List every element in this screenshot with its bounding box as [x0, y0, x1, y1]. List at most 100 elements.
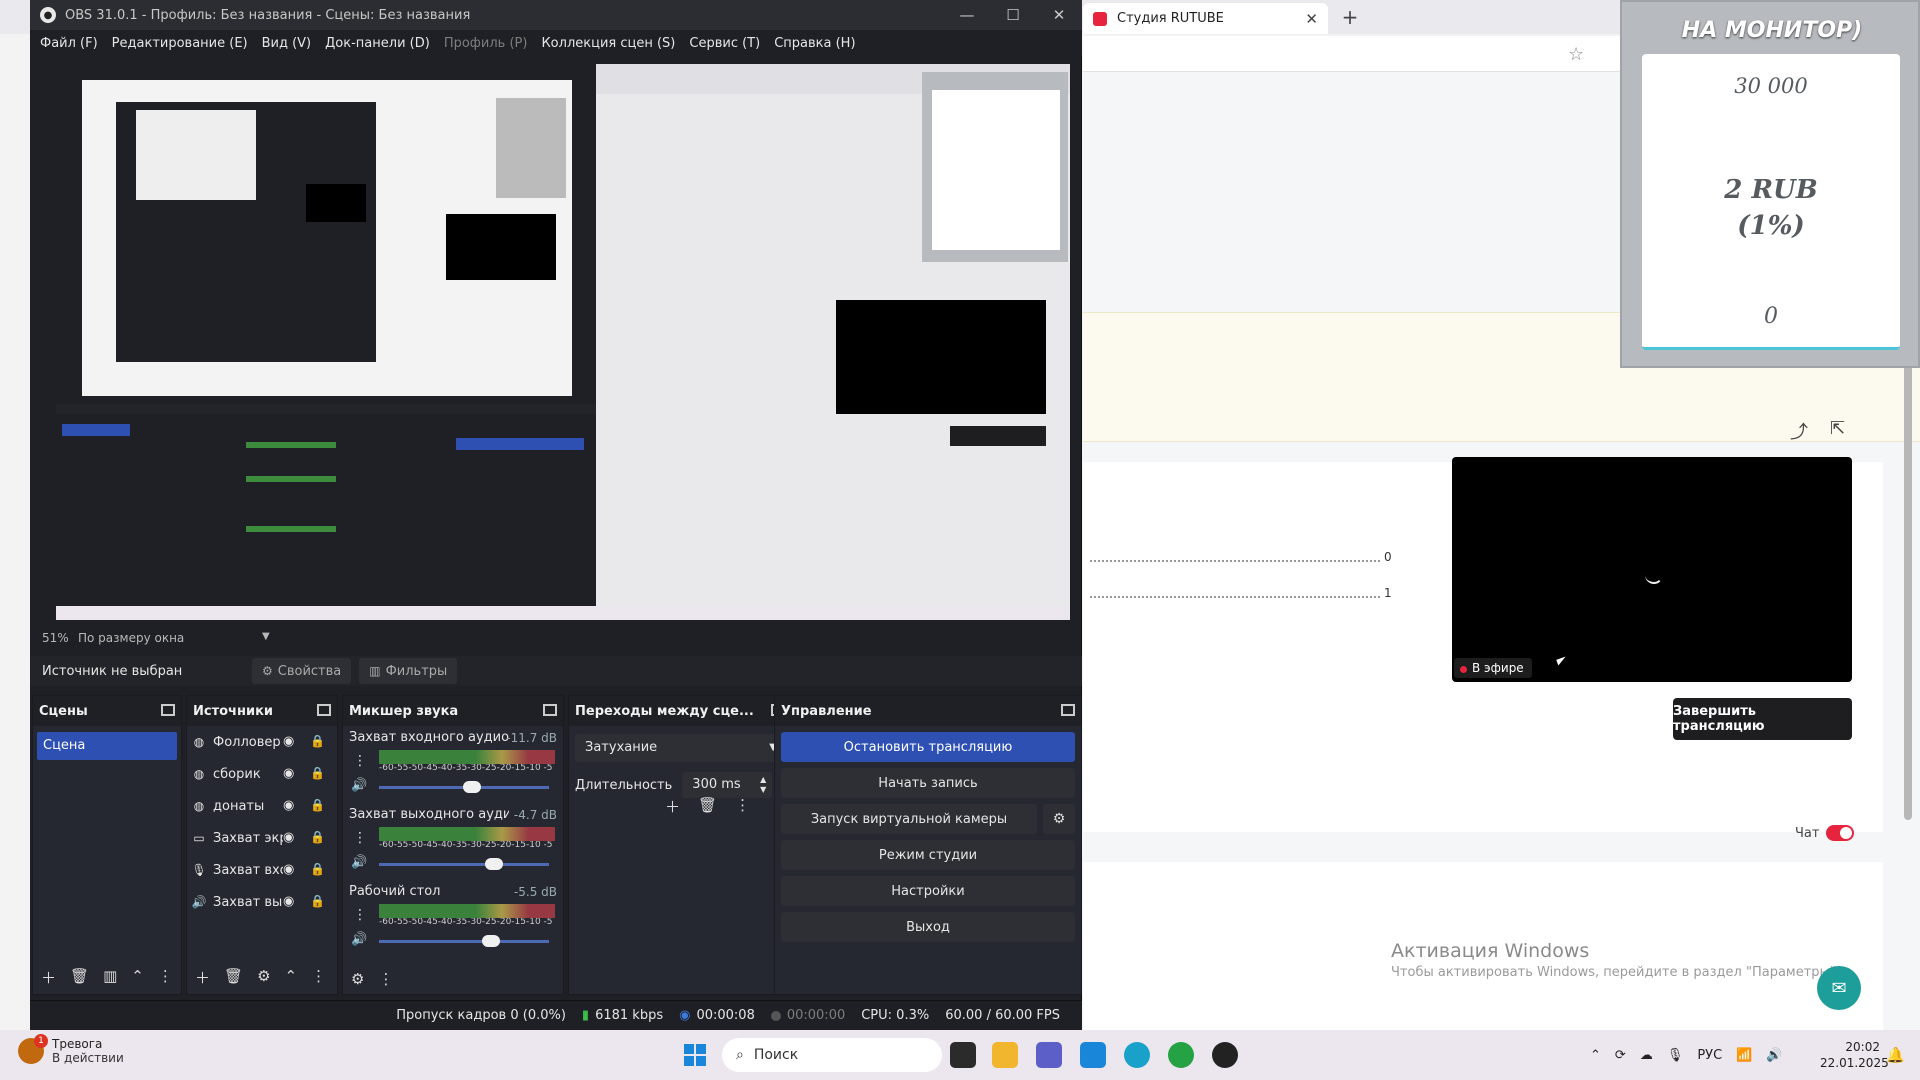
slider-knob[interactable]	[482, 935, 501, 947]
eye-icon[interactable]: ◉	[283, 862, 294, 877]
transition-select[interactable]: Затухание ▼	[575, 734, 785, 762]
undock-icon[interactable]	[543, 704, 557, 716]
mic-icon[interactable]: 🎙	[1667, 1048, 1684, 1063]
gear-icon[interactable]: ⚙	[257, 967, 270, 988]
volume-slider[interactable]	[379, 858, 549, 870]
slider-knob[interactable]	[485, 858, 504, 870]
cloud-icon[interactable]: ☁	[1640, 1048, 1653, 1063]
eye-icon[interactable]: ◉	[283, 798, 294, 813]
add-icon[interactable]: ＋	[195, 967, 210, 988]
taskbar-alert-widget[interactable]: Тревога В действии	[18, 1034, 124, 1065]
menu-tools[interactable]: Сервис (T)	[689, 36, 760, 51]
eye-icon[interactable]: ◉	[283, 734, 294, 749]
menu-file[interactable]: Файл (F)	[40, 36, 98, 51]
gear-icon[interactable]: ⚙	[1043, 804, 1075, 834]
new-tab-icon[interactable]: +	[1338, 5, 1362, 29]
end-stream-button[interactable]: Завершить трансляцию	[1673, 698, 1852, 740]
more-icon[interactable]: ⋮	[378, 970, 393, 988]
source-item[interactable]: 🎙 Захват вхс ◉ 🔒	[187, 854, 337, 886]
eye-icon[interactable]: ◉	[283, 894, 294, 909]
add-icon[interactable]: ＋	[665, 796, 680, 817]
undock-icon[interactable]	[161, 704, 175, 716]
chevron-up-icon[interactable]: ⌃	[1590, 1048, 1601, 1063]
browser-tab[interactable]: Студия RUTUBE ✕	[1083, 3, 1328, 34]
duration-input[interactable]: 300 ms ▲ ▼	[682, 772, 773, 798]
undock-icon[interactable]	[317, 704, 331, 716]
start-recording-button[interactable]: Начать запись	[781, 768, 1075, 798]
source-item[interactable]: ◍ донаты ◉ 🔒	[187, 790, 337, 822]
support-chat-icon[interactable]: ✉	[1817, 966, 1861, 1010]
lock-icon[interactable]: 🔒	[310, 894, 325, 908]
taskview-icon[interactable]	[950, 1042, 976, 1068]
spinner-arrows-icon[interactable]: ▲ ▼	[760, 775, 766, 795]
source-item[interactable]: ◍ сборик ◉ 🔒	[187, 758, 337, 790]
clock[interactable]: 20:02 22.01.2025	[1820, 1039, 1889, 1071]
more-icon[interactable]: ⋮	[353, 753, 367, 769]
lock-icon[interactable]: 🔒	[310, 830, 325, 844]
menu-docks[interactable]: Док-панели (D)	[325, 36, 430, 51]
studio-mode-button[interactable]: Режим студии	[781, 840, 1075, 870]
volume-icon[interactable]: 🔊	[1766, 1048, 1782, 1063]
share-icon[interactable]: ⤴	[1790, 418, 1808, 444]
volume-slider[interactable]	[379, 935, 549, 947]
volume-slider[interactable]	[379, 781, 549, 793]
obs-taskbar-icon[interactable]	[1212, 1042, 1238, 1068]
lock-icon[interactable]: 🔒	[310, 734, 325, 748]
stop-streaming-button[interactable]: Остановить трансляцию	[781, 732, 1075, 762]
exit-button[interactable]: Выход	[781, 912, 1075, 942]
lock-icon[interactable]: 🔒	[310, 862, 325, 876]
menu-edit[interactable]: Редактирование (E)	[112, 36, 248, 51]
teams-icon[interactable]	[1036, 1042, 1062, 1068]
properties-button[interactable]: ⚙ Свойства	[252, 658, 352, 684]
chevron-down-icon[interactable]: ▼	[262, 631, 270, 642]
trash-icon[interactable]: 🗑	[224, 967, 243, 988]
whatsapp-icon[interactable]	[1168, 1042, 1194, 1068]
chat-toggle[interactable]	[1826, 825, 1854, 841]
chevron-up-icon[interactable]: ⌃	[285, 967, 298, 988]
maximize-icon[interactable]: ☐	[990, 6, 1036, 24]
menu-view[interactable]: Вид (V)	[262, 36, 312, 51]
lock-icon[interactable]: 🔒	[310, 766, 325, 780]
lock-icon[interactable]: 🔒	[310, 798, 325, 812]
gear-icon[interactable]: ⚙	[351, 970, 364, 988]
slider-knob[interactable]	[462, 781, 481, 793]
taskbar-search[interactable]: ⌕ Поиск	[722, 1038, 942, 1072]
trash-icon[interactable]: 🗑	[70, 967, 89, 988]
store-icon[interactable]	[1080, 1042, 1106, 1068]
more-icon[interactable]: ⋮	[353, 830, 367, 846]
chevron-up-icon[interactable]: ⌃	[131, 967, 144, 988]
undock-icon[interactable]	[1061, 704, 1075, 716]
wifi-icon[interactable]: 📶	[1736, 1048, 1752, 1063]
eye-icon[interactable]: ◉	[283, 830, 294, 845]
source-item[interactable]: 🔊 Захват вы ◉ 🔒	[187, 886, 337, 918]
trash-icon[interactable]: 🗑	[698, 796, 717, 817]
more-icon[interactable]: ⋮	[158, 967, 173, 988]
menu-profile[interactable]: Профиль (P)	[444, 36, 528, 51]
source-item[interactable]: ▭ Захват экр ◉ 🔒	[187, 822, 337, 854]
speaker-icon[interactable]: 🔊	[351, 932, 367, 947]
filters-button[interactable]: ▥ Фильтры	[359, 658, 458, 684]
speaker-icon[interactable]: 🔊	[351, 778, 367, 793]
notification-bell-icon[interactable]: 🔔	[1886, 1046, 1905, 1064]
close-tab-icon[interactable]: ✕	[1305, 10, 1318, 28]
close-icon[interactable]: ✕	[1036, 6, 1082, 24]
open-external-icon[interactable]: ⇱	[1830, 418, 1845, 439]
eye-icon[interactable]: ◉	[283, 766, 294, 781]
more-icon[interactable]: ⋮	[735, 796, 750, 817]
more-icon[interactable]: ⋮	[353, 907, 367, 923]
windows-start-icon[interactable]	[684, 1044, 706, 1066]
start-virtual-camera-button[interactable]: Запуск виртуальной камеры	[781, 804, 1037, 834]
menu-scene-collection[interactable]: Коллекция сцен (S)	[541, 36, 675, 51]
minimize-icon[interactable]: —	[944, 6, 990, 24]
settings-button[interactable]: Настройки	[781, 876, 1075, 906]
speaker-icon[interactable]: 🔊	[351, 855, 367, 870]
edge-icon[interactable]	[1124, 1042, 1150, 1068]
menu-help[interactable]: Справка (H)	[774, 36, 855, 51]
filter-icon[interactable]: ▥	[103, 967, 117, 988]
language-indicator[interactable]: РУС	[1697, 1048, 1722, 1063]
refresh-icon[interactable]: ⟳	[1615, 1048, 1626, 1063]
folder-icon[interactable]	[992, 1042, 1018, 1068]
zoom-mode-select[interactable]: По размеру окна	[78, 631, 184, 645]
add-icon[interactable]: ＋	[41, 967, 56, 988]
source-item[interactable]: ◍ Фолловер ◉ 🔒	[187, 726, 337, 758]
